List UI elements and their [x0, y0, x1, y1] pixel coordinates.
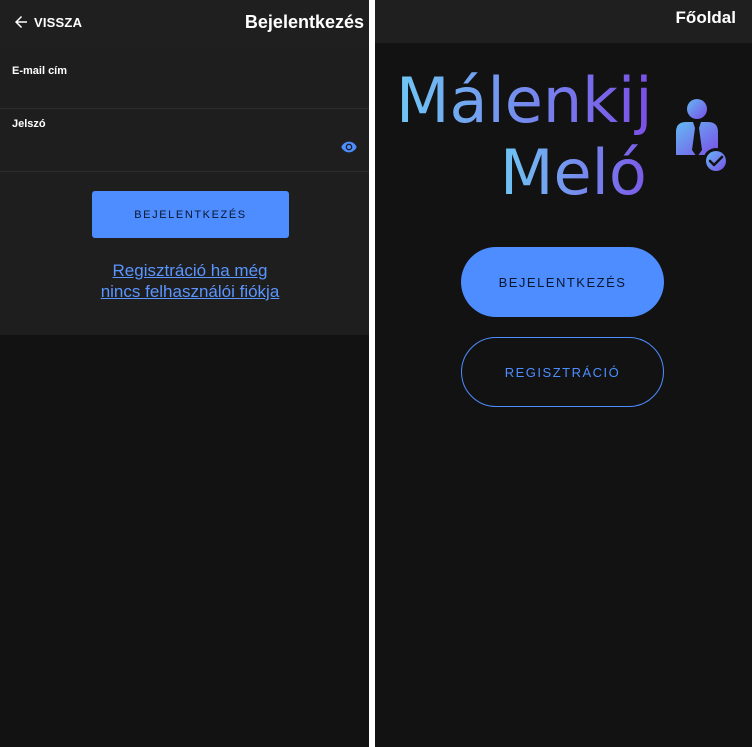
home-screen: Főoldal Málenkij Meló BEJELENTKEZÉS REGI… — [375, 0, 752, 747]
worker-checkmark-icon — [676, 99, 729, 174]
register-link-line2: nincs felhasználói fiókja — [100, 282, 280, 301]
password-field-label: Jelszó — [12, 118, 46, 130]
page-title: Bejelentkezés — [244, 12, 364, 32]
email-field-label: E-mail cím — [12, 65, 68, 77]
back-button[interactable]: VISSZA — [12, 11, 82, 33]
login-screen: VISSZA Bejelentkezés E-mail cím Jelszó B… — [0, 0, 369, 747]
arrow-left-icon — [12, 13, 30, 31]
home-title: Főoldal — [675, 8, 736, 27]
login-form: E-mail cím Jelszó BEJELENTKEZÉS Regisztr… — [0, 48, 369, 335]
back-button-label: VISSZA — [34, 14, 83, 30]
eye-icon[interactable] — [341, 141, 357, 153]
register-link-line1: Regisztráció ha még — [112, 261, 268, 280]
login-button[interactable]: BEJELENTKEZÉS — [92, 191, 289, 238]
app-logo: Málenkij Meló — [393, 62, 738, 202]
home-login-button[interactable]: BEJELENTKEZÉS — [461, 247, 664, 317]
password-field[interactable]: Jelszó — [0, 109, 369, 172]
logo-line1: Málenkij — [396, 64, 653, 137]
home-header: Főoldal — [375, 0, 752, 43]
register-link[interactable]: Regisztráció ha még nincs felhasználói f… — [60, 260, 320, 302]
login-header: VISSZA Bejelentkezés — [0, 0, 369, 48]
email-field[interactable]: E-mail cím — [0, 48, 369, 109]
logo-line2: Meló — [500, 136, 647, 202]
home-register-button[interactable]: REGISZTRÁCIÓ — [461, 337, 664, 407]
